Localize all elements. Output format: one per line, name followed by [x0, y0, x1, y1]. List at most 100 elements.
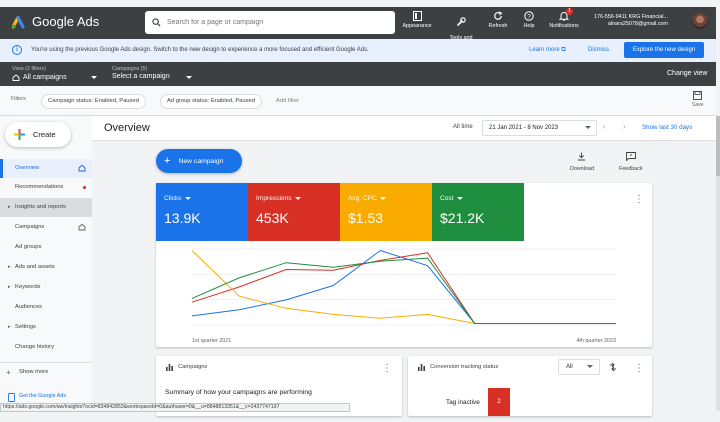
refresh-button[interactable]: Refresh: [485, 10, 511, 29]
phone-icon: [8, 393, 15, 402]
google-ads-logo[interactable]: Google Ads: [12, 14, 99, 29]
scrollbar-thumb[interactable]: [716, 116, 720, 176]
sidebar-item-ads-and-assets[interactable]: ▸ Ads and assets: [0, 258, 92, 277]
chevron-down-icon: [185, 75, 192, 79]
chart-series: [191, 249, 616, 324]
chevron-right-icon: ▸: [8, 324, 11, 330]
explore-new-design-button[interactable]: Explore the new design: [624, 42, 704, 58]
avatar[interactable]: [692, 13, 708, 29]
metric-tile-impressions[interactable]: Impressions 453K: [248, 183, 340, 241]
notice-message: You're using the previous Google Ads des…: [31, 47, 369, 53]
chevron-down-icon: [585, 126, 591, 129]
app-root: Google Ads Appearance Tools and settings…: [0, 0, 720, 422]
save-label: Save: [692, 102, 704, 108]
chevron-down-icon: [90, 76, 97, 79]
chevron-down-icon[interactable]: [379, 197, 386, 200]
tag-inactive-label: Tag inactive: [446, 399, 480, 406]
new-campaign-label: New campaign: [178, 157, 224, 165]
main-scrollbar[interactable]: [716, 116, 720, 411]
campaign-selector[interactable]: Campaigns (5) Select a campaign: [112, 66, 192, 80]
metric-value-cost: $21.2K: [440, 210, 485, 226]
x-tick-end: 4th quarter 2023: [576, 338, 616, 344]
show-more-button[interactable]: + Show more: [0, 362, 92, 381]
alert-dot-icon: [83, 186, 86, 189]
metric-tile-cost[interactable]: Cost $21.2K: [432, 183, 524, 241]
sidebar-item-ad-groups[interactable]: Ad groups: [0, 238, 92, 257]
date-range-picker[interactable]: 21 Jan 2021 - 8 Nov 2023: [482, 120, 597, 136]
conversion-filter-select[interactable]: All: [558, 359, 600, 375]
show-more-label: Show more: [19, 369, 49, 375]
dismiss-button[interactable]: Dismiss: [588, 47, 609, 53]
previous-period-button[interactable]: ‹: [603, 122, 606, 131]
sidebar-item-label: Ads and assets: [15, 264, 55, 270]
create-label: Create: [33, 130, 56, 139]
download-button[interactable]: Download: [570, 152, 594, 172]
series-line-clicks: [191, 249, 616, 324]
link-icon[interactable]: [608, 362, 618, 372]
new-campaign-button[interactable]: + New campaign: [156, 149, 242, 173]
metric-value-avg-cpc: $1.53: [348, 210, 384, 226]
filter-chip-campaign-status[interactable]: Campaign status: Enabled, Paused: [41, 94, 146, 109]
learn-more-link[interactable]: Learn more ⧉: [529, 47, 566, 54]
metric-label-cost: Cost: [440, 195, 454, 202]
sidebar-item-audiences[interactable]: Audiences: [0, 298, 92, 317]
conversion-more-options-button[interactable]: ⋮: [634, 364, 644, 374]
add-filter-button[interactable]: Add filter: [276, 98, 299, 104]
sidebar-item-campaigns[interactable]: Campaigns: [0, 218, 92, 237]
view-selector[interactable]: View (2 filters) All campaigns: [12, 66, 97, 81]
save-filter-button[interactable]: Save: [692, 91, 703, 108]
sidebar-item-label: Recommendations: [15, 184, 64, 190]
bar-chart-icon: [418, 364, 425, 371]
sidebar-item-keywords[interactable]: ▸ Keywords: [0, 278, 92, 297]
home-icon: [78, 223, 86, 231]
save-icon: [693, 91, 703, 100]
show-last-30-days-link[interactable]: Show last 30 days: [642, 124, 692, 131]
sidebar-item-change-history[interactable]: Change history: [0, 338, 92, 357]
metric-label-avg-cpc: Avg. CPC: [348, 195, 377, 202]
feedback-icon: [625, 152, 636, 162]
title-bar: Overview All time 21 Jan 2021 - 8 Nov 20…: [92, 116, 716, 141]
filters-label: Filters: [11, 96, 26, 102]
next-period-button[interactable]: ›: [623, 122, 626, 131]
campaigns-card-title: Campaigns: [178, 364, 208, 370]
view-selector-value: All campaigns: [23, 73, 67, 81]
account-info[interactable]: 176-556-9411 KRG Financial... alnara2507…: [594, 14, 668, 28]
create-button[interactable]: Create: [5, 122, 71, 147]
notifications-label: Notifications: [549, 23, 579, 29]
metric-value-clicks: 13.9K: [164, 210, 201, 226]
change-view-button[interactable]: Change view: [667, 70, 707, 77]
appearance-button[interactable]: Appearance: [401, 10, 433, 29]
sidebar-item-label: Change history: [15, 344, 54, 350]
chart-more-options-button[interactable]: ⋮: [634, 195, 644, 205]
campaigns-more-options-button[interactable]: ⋮: [382, 364, 392, 374]
help-button[interactable]: ? Help: [519, 10, 539, 29]
svg-text:?: ?: [527, 13, 531, 20]
filter-chip-ad-group-status[interactable]: Ad group status: Enabled, Paused: [160, 94, 262, 109]
tag-inactive-bar[interactable]: 2: [488, 388, 510, 416]
notifications-button[interactable]: 1 Notifications: [544, 8, 584, 29]
metric-tile-clicks[interactable]: Clicks 13.9K: [156, 183, 248, 241]
metric-tile-avg-cpc[interactable]: Avg. CPC $1.53: [340, 183, 432, 241]
sidebar-item-settings[interactable]: ▸ Settings: [0, 318, 92, 337]
feedback-button[interactable]: Feedback: [619, 152, 643, 172]
sidebar-item-label: Ad groups: [15, 244, 42, 250]
plus-icon: +: [164, 155, 171, 167]
sidebar-item-recommendations[interactable]: Recommendations: [0, 178, 92, 197]
chart-grid: [192, 248, 616, 326]
campaign-selector-bar: View (2 filters) All campaigns Campaigns…: [0, 62, 716, 86]
search-box[interactable]: [145, 11, 395, 34]
info-icon: i: [12, 45, 22, 55]
metric-label-clicks: Clicks: [164, 195, 182, 202]
plus-icon: +: [6, 368, 11, 377]
chevron-down-icon: [587, 365, 593, 368]
design-notice-banner: i You're using the previous Google Ads d…: [0, 39, 716, 62]
sidebar-item-overview[interactable]: Overview: [0, 159, 92, 178]
search-input[interactable]: [167, 19, 367, 26]
chevron-down-icon[interactable]: [456, 197, 463, 200]
chevron-down-icon[interactable]: [294, 197, 301, 200]
chevron-right-icon: ▸: [8, 204, 11, 210]
campaign-selector-value: Select a campaign: [112, 73, 170, 80]
sidebar-item-insights-and-reports[interactable]: ▸ Insights and reports: [0, 198, 92, 217]
chevron-down-icon[interactable]: [184, 197, 191, 200]
sidebar-item-label: Keywords: [15, 284, 41, 290]
